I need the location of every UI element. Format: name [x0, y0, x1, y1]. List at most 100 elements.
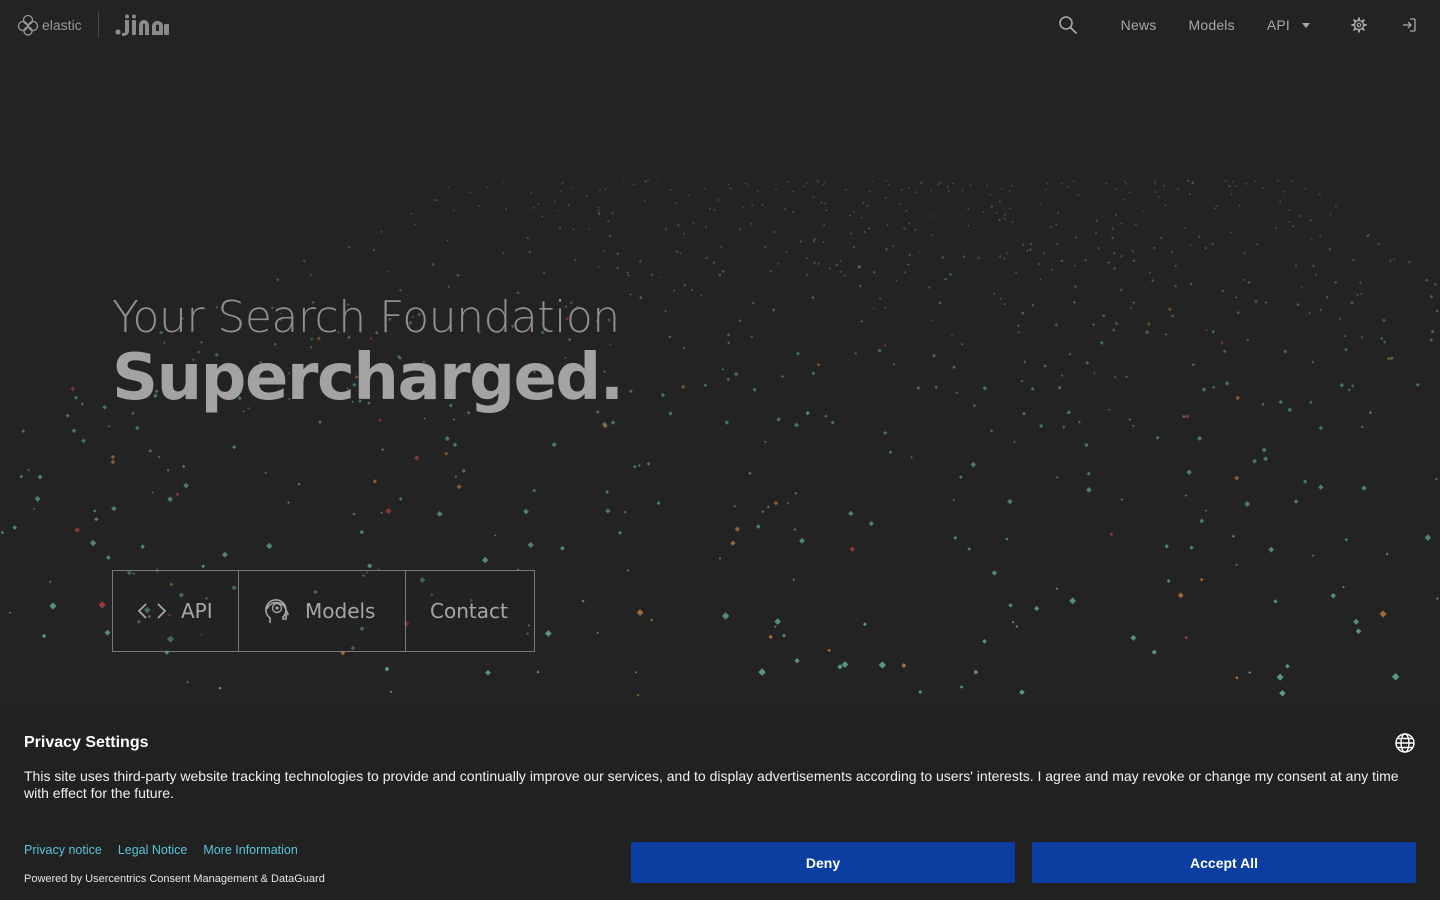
- accept-all-button[interactable]: Accept All: [1032, 842, 1416, 883]
- cta-contact-button[interactable]: Contact: [405, 571, 534, 651]
- particle: [1109, 532, 1114, 537]
- particle: [526, 236, 530, 240]
- particle: [721, 368, 725, 371]
- particle: [914, 228, 917, 232]
- particle: [571, 186, 575, 190]
- language-globe-icon[interactable]: [1394, 732, 1416, 754]
- particle: [891, 244, 895, 248]
- particle: [1359, 281, 1362, 285]
- cta-models-button[interactable]: Models: [238, 571, 405, 651]
- particle: [183, 482, 189, 489]
- particle: [477, 204, 480, 208]
- legal-notice-link[interactable]: Legal Notice: [118, 843, 188, 857]
- particle: [820, 201, 823, 204]
- particle: [1021, 243, 1025, 247]
- particle: [977, 256, 981, 260]
- particle: [941, 255, 945, 260]
- particle: [908, 253, 912, 257]
- particle: [1351, 258, 1355, 262]
- particle: [626, 271, 629, 274]
- particle: [650, 273, 654, 277]
- particle: [932, 353, 936, 358]
- nav-news[interactable]: News: [1121, 17, 1157, 33]
- head-brain-icon: [265, 599, 290, 623]
- nav-api-dropdown[interactable]: API: [1267, 17, 1310, 33]
- particle: [1311, 360, 1315, 364]
- particle: [1023, 360, 1027, 364]
- particle: [1039, 202, 1042, 205]
- jina-logo[interactable]: [115, 14, 171, 36]
- particle: [1151, 649, 1157, 655]
- particle: [898, 202, 901, 206]
- particle: [504, 207, 508, 211]
- cta-api-button[interactable]: API: [113, 571, 238, 651]
- particle: [1244, 501, 1251, 507]
- particle: [738, 227, 742, 231]
- more-information-link[interactable]: More Information: [203, 843, 297, 857]
- particle: [771, 308, 776, 312]
- particle: [1199, 577, 1204, 582]
- particle: [878, 297, 882, 300]
- particle: [626, 569, 630, 572]
- particle: [1309, 219, 1313, 222]
- particle: [1361, 485, 1367, 491]
- particle: [763, 245, 767, 249]
- particle: [1247, 280, 1251, 285]
- sign-in-button[interactable]: [1394, 10, 1424, 40]
- particle: [883, 431, 888, 435]
- particle: [733, 371, 739, 377]
- particle: [1120, 254, 1123, 258]
- particle: [1097, 246, 1100, 250]
- particle: [1114, 213, 1118, 217]
- particle: [1184, 494, 1188, 497]
- particle: [309, 273, 313, 277]
- particle: [682, 346, 686, 350]
- particle: [1066, 185, 1069, 188]
- particle: [1068, 352, 1072, 356]
- particle: [1039, 278, 1042, 281]
- elastic-logo[interactable]: elastic: [16, 13, 82, 37]
- particle: [774, 188, 778, 191]
- particle: [936, 183, 940, 186]
- particle: [140, 544, 145, 549]
- particle: [1130, 634, 1137, 641]
- particle: [1074, 236, 1078, 240]
- particle: [597, 209, 600, 212]
- settings-button[interactable]: [1344, 10, 1374, 40]
- particle: [900, 188, 903, 191]
- particle: [774, 618, 782, 625]
- particle: [704, 225, 708, 229]
- nav-models[interactable]: Models: [1188, 17, 1234, 33]
- particle: [1164, 333, 1168, 336]
- particle: [1268, 546, 1275, 553]
- particle: [1094, 231, 1098, 235]
- particle: [860, 320, 863, 323]
- particle: [1211, 329, 1216, 334]
- particle: [1235, 395, 1241, 401]
- particle: [431, 262, 435, 266]
- particle: [953, 535, 958, 540]
- particle: [1197, 235, 1201, 239]
- particle: [644, 180, 647, 183]
- particle: [1162, 184, 1166, 187]
- particle: [447, 285, 450, 289]
- deny-button[interactable]: Deny: [631, 842, 1015, 883]
- search-button[interactable]: [1053, 10, 1083, 40]
- particle: [559, 545, 565, 551]
- particle: [982, 639, 987, 644]
- particle: [1279, 690, 1286, 697]
- particle: [264, 471, 267, 475]
- privacy-title: Privacy Settings: [24, 734, 149, 751]
- particle: [494, 534, 497, 537]
- particle: [931, 214, 935, 218]
- particle: [668, 411, 673, 416]
- particle: [1008, 603, 1013, 608]
- particle: [970, 461, 977, 468]
- particle: [673, 289, 676, 292]
- particle: [1435, 597, 1439, 601]
- privacy-notice-link[interactable]: Privacy notice: [24, 843, 102, 857]
- particle: [993, 292, 996, 295]
- particle: [1291, 225, 1295, 228]
- particle: [1093, 371, 1096, 375]
- particle: [559, 190, 562, 193]
